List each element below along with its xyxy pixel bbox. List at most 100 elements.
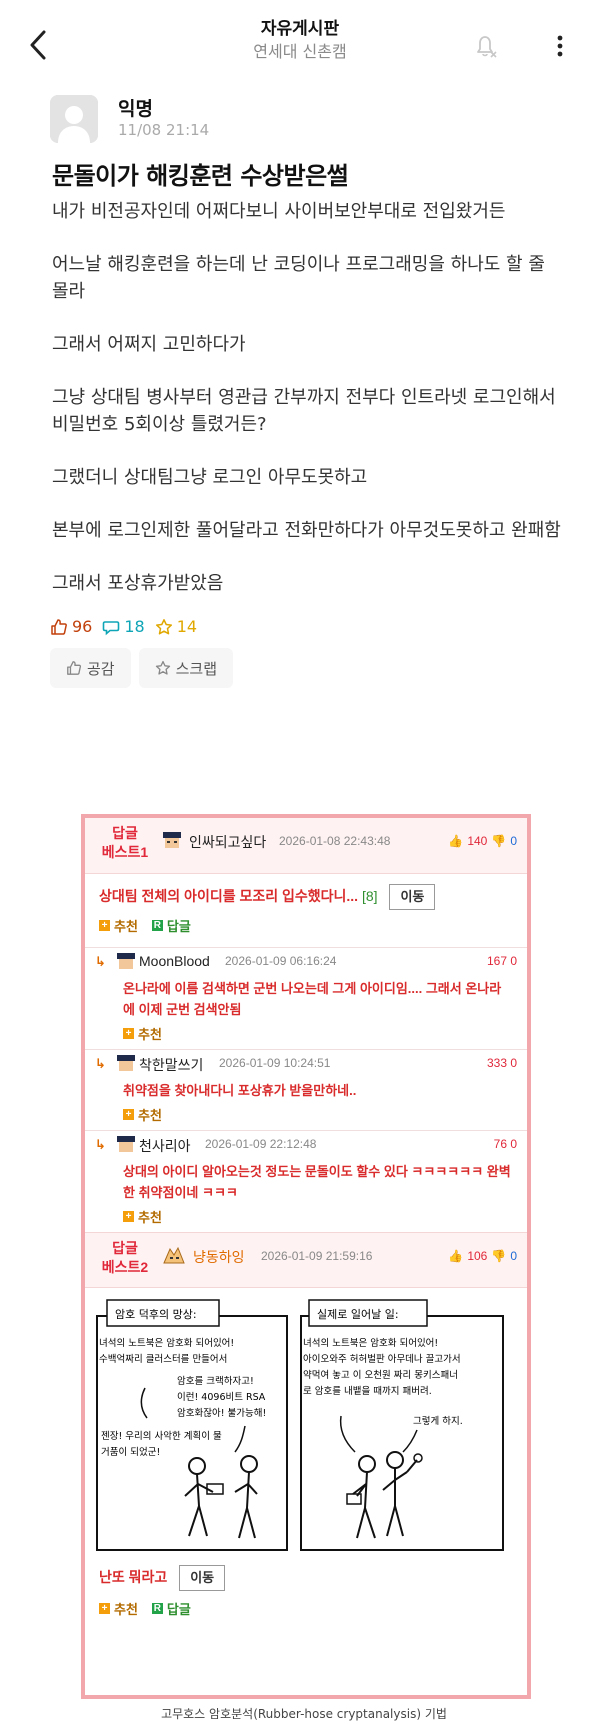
like-count: 96 [50,617,92,636]
image-caption: 고무호스 암호분석(Rubber-hose cryptanalysis) 기법 [161,1707,447,1721]
reply-item: ↳ MoonBlood 2026-01-09 06:16:24 167 0 온나… [85,947,527,1049]
recommend-button[interactable]: + 추천 [85,1020,527,1049]
comment-time: 2026-01-09 22:12:48 [205,1137,317,1151]
thumbs-up-icon: 👍 [448,1249,464,1263]
commenter-name[interactable]: 착한말쓰기 [139,1055,203,1075]
comic-left-title: 암호 덕후의 망상: [115,1308,197,1321]
best-comment-header: 답글 베스트1 인싸되고싶다 2026-01-08 22:43:48 👍 140 … [85,818,527,874]
scrap-count: 14 [155,617,197,636]
comic-text: 아이오와주 허허벌판 아무데나 끌고가서 [303,1353,461,1365]
comic-text: 약먹여 놓고 이 오천원 짜리 몽키스패너 [303,1369,458,1381]
board-title: 자유게시판 [260,19,340,39]
reply-button[interactable]: R 답글 [151,1599,191,1618]
comment-time: 2026-01-09 21:59:16 [261,1249,373,1263]
post-paragraph: 내가 비전공자인데 어쩌다보니 사이버보안부대로 전입왔거든 [52,201,506,222]
comment-text: 취약점을 찾아내다니 포상휴가 받을만하네.. [123,1083,357,1098]
post-paragraph: 그랬더니 상대팀그냥 로그인 아무도못하고 [52,467,368,488]
plus-icon: + [99,920,110,931]
thumbs-down-icon: 👎 [491,1249,507,1263]
comic-text: 암호를 크랙하자고! [177,1375,254,1387]
post-paragraph: 그래서 어쩌지 고민하다가 [52,334,246,355]
comment-text: 온나라에 이름 검색하면 군번 나오는데 그게 아이디임.... 그래서 온나라… [123,981,502,1017]
board-subtitle: 연세대 신촌캠 [253,42,347,61]
comic-text: 암호화잖아! 불가능해! [177,1407,266,1419]
best-comment-body: 난또 뭐라고 이동 + 추천 R 답글 [85,1557,527,1624]
comment-text: 난또 뭐라고 [99,1569,168,1585]
author-avatar [50,95,98,143]
comment-icon [103,620,120,635]
comment-text: 상대팀 전체의 아이디를 모조리 입수했다니... [99,888,359,904]
more-options-icon[interactable] [548,30,572,62]
comment-time: 2026-01-09 10:24:51 [219,1056,331,1070]
comment-time: 2026-01-08 22:43:48 [279,834,391,848]
reply-count: [8] [361,888,378,904]
comic-text: 젠장! 우리의 사악한 계획이 물 [101,1430,222,1442]
reply-arrow-icon: ↳ [95,1137,106,1152]
top-bar: 자유게시판 연세대 신촌캠 [0,0,600,90]
thumbs-up-icon: 👍 [448,834,464,848]
best-comment-header: 답글 베스트2 냥동하잉 2026-01-09 21:59:16 👍 106 👎 0 [85,1232,527,1288]
plus-icon: + [123,1109,134,1120]
comic-text: 로 암호를 내뱉을 때까지 패버려. [303,1385,432,1397]
plus-icon: + [123,1211,134,1222]
recommend-button[interactable]: + 추천 [99,916,138,935]
post-body: 내가 비전공자인데 어쩌다보니 사이버보안부대로 전입왔거든 어느날 해킹훈련을… [52,198,562,623]
comment-votes: 👍 106 👎 0 [448,1249,517,1263]
move-button[interactable]: 이동 [389,884,436,910]
reply-icon: R [151,920,163,931]
commenter-name[interactable]: 냥동하잉 [193,1247,245,1267]
best-tag: 답글 베스트1 [101,825,149,860]
comment-votes: 167 0 [486,954,517,968]
comment-votes: 👍 140 👎 0 [448,834,517,848]
reply-button[interactable]: R 답글 [151,916,191,935]
user-avatar-icon [163,832,181,848]
comic-right-title: 실제로 일어날 일: [317,1307,399,1321]
reply-item: ↳ 천사리아 2026-01-09 22:12:48 76 0 상대의 아이디 … [85,1130,527,1232]
post-paragraph: 그냥 상대팀 병사부터 영관급 간부까지 전부다 인트라넷 로그인해서 비밀번호… [52,387,556,435]
post-paragraph: 그래서 포상휴가받았음 [52,573,224,594]
comic-text: 이런! 4096비트 RSA [177,1392,266,1403]
star-icon [155,618,172,634]
comment-votes: 333 0 [486,1056,517,1070]
recommend-button[interactable]: + 추천 [99,1599,138,1618]
commenter-name[interactable]: 인싸되고싶다 [189,832,266,852]
plus-icon: + [99,1603,110,1614]
user-avatar-icon [117,1055,135,1071]
reply-arrow-icon: ↳ [95,954,106,969]
reply-item: ↳ 착한말쓰기 2026-01-09 10:24:51 333 0 취약점을 찾… [85,1049,527,1130]
thumbs-up-icon [67,661,82,675]
post-paragraph: 어느날 해킹훈련을 하는데 난 코딩이나 프로그래밍을 하나도 할 줄 몰라 [52,254,545,302]
reply-icon: R [151,1603,163,1614]
post-stats: 96 18 14 [50,617,197,636]
commenter-name[interactable]: 천사리아 [139,1136,191,1156]
thumbs-up-icon [51,618,67,635]
recommend-button[interactable]: + 추천 [85,1203,527,1232]
plus-icon: + [123,1028,134,1039]
comic-text: 수백억짜리 클러스터를 만들어서 [99,1353,227,1365]
comic-text: 그렇게 하지. [413,1415,463,1427]
post-title: 문돌이가 해킹훈련 수상받은썰 [52,162,349,190]
comic-text: 녀석의 노트북은 암호화 되어있어! [303,1337,438,1349]
comic-text: 녀석의 노트북은 암호화 되어있어! [99,1337,234,1349]
author-name: 익명 [118,98,153,120]
like-button[interactable]: 공감 [50,648,131,688]
best-comment-body: 상대팀 전체의 아이디를 모조리 입수했다니... [8] 이동 + 추천 R 답글 [85,874,527,941]
comment-text: 상대의 아이디 알아오는것 정도는 문돌이도 할수 있다 ㅋㅋㅋㅋㅋㅋ 완벽한 … [123,1164,511,1200]
thumbs-down-icon: 👎 [491,834,507,848]
embedded-comment-image: 답글 베스트1 인싸되고싶다 2026-01-08 22:43:48 👍 140 … [81,814,531,1699]
recommend-button[interactable]: + 추천 [85,1101,527,1130]
scrap-button[interactable]: 스크랩 [138,648,234,688]
xkcd-comic-image: 암호 덕후의 망상: 녀석의 노트북은 암호화 되어있어! 수백억짜리 클러스터… [95,1296,505,1552]
notification-off-icon[interactable] [470,30,500,60]
comment-votes: 76 0 [493,1137,517,1151]
post-date: 11/08 21:14 [118,121,210,139]
star-icon [155,660,170,675]
commenter-name[interactable]: MoonBlood [139,953,210,969]
comment-time: 2026-01-09 06:16:24 [225,954,337,968]
user-avatar-icon [163,1246,185,1264]
move-button[interactable]: 이동 [179,1565,226,1591]
user-avatar-icon [117,1136,135,1152]
comic-text: 거품이 되었군! [101,1446,160,1458]
post-actions: 공감 스크랩 [50,648,234,688]
comment-count: 18 [102,617,145,636]
